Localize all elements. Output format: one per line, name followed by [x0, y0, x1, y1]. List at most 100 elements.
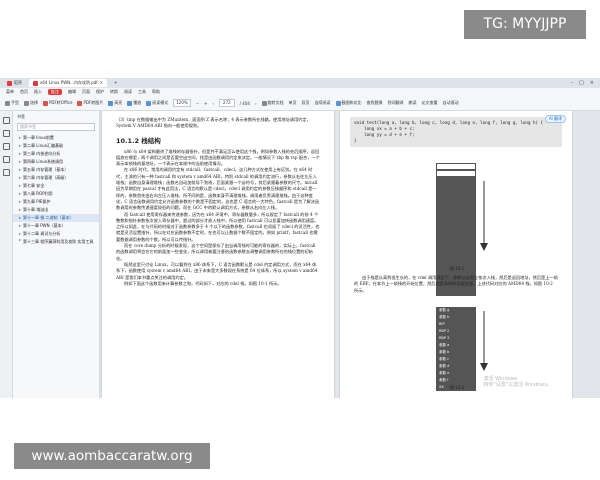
tab-home[interactable]: 稻壳	[3, 79, 26, 87]
expand-icon[interactable]	[19, 209, 21, 211]
toc-label: 第十三章 程序漏洞利用及攻防 实用工具	[23, 239, 94, 244]
toc-item[interactable]: 第七章 安全	[13, 182, 99, 190]
compare-button[interactable]: 截图和对比	[335, 100, 362, 106]
toc-item[interactable]: 第十二章 调试与分析	[13, 230, 99, 238]
down-arrow-icon	[480, 311, 488, 371]
double-page-button[interactable]: 双页	[302, 100, 310, 106]
document-viewport[interactable]: （3）tmp 在数据输出中为 ZMuntem、面面到 Z 表示名称；4 表示参数…	[100, 111, 600, 398]
tab-document[interactable]: x64 Linux PWN...内存攻防.pdf ×	[29, 79, 108, 87]
toc-item[interactable]: 第三章 内核逆向分析	[13, 150, 99, 158]
menu-item[interactable]: 帮助	[152, 89, 160, 95]
toc-item[interactable]: 第八章 ROP利用	[13, 190, 99, 198]
menu-item[interactable]: 页面	[82, 89, 90, 95]
toc-label: 第一章 linux前置	[23, 135, 54, 140]
expand-icon[interactable]	[19, 145, 21, 147]
zoom-in-icon[interactable]: +	[204, 101, 207, 106]
paragraph: （3）tmp 在数据输出中为 ZMuntem、面面到 Z 表示名称；4 表示参数…	[116, 117, 311, 129]
expand-icon[interactable]	[19, 177, 21, 179]
hand-tool-button[interactable]: 手型	[5, 100, 19, 106]
menu-item-active[interactable]: 批注	[48, 89, 62, 95]
thumbnail-icon[interactable]	[2, 130, 10, 137]
paragraph: x86 与 x64 架构最终了堆栈的存器指针，但是并不满足怎么使用这个栈，例如参…	[116, 148, 320, 167]
toc-label: 第二章 Linux汇编基础	[23, 143, 64, 148]
stack-cell	[436, 198, 476, 205]
find-replace-button[interactable]: 查找替换	[367, 100, 383, 106]
comment-icon[interactable]	[2, 143, 10, 150]
code-line: }	[354, 138, 357, 143]
app-icon	[7, 80, 12, 86]
expand-icon[interactable]	[19, 137, 21, 139]
read-mode-button[interactable]: 阅读模式	[146, 100, 168, 106]
expand-icon[interactable]	[19, 217, 21, 219]
expand-icon[interactable]	[19, 169, 21, 171]
menu-item[interactable]: 插入	[34, 89, 42, 95]
new-tab-button[interactable]: +	[110, 79, 121, 87]
expand-icon[interactable]	[19, 201, 21, 203]
attachment-icon[interactable]	[2, 156, 10, 163]
bookmark-icon[interactable]	[2, 117, 10, 124]
select-tool-button[interactable]: 选择	[24, 100, 38, 106]
play-button[interactable]: 播放	[127, 100, 141, 106]
menu-item[interactable]: 阅读	[124, 89, 132, 95]
menu-item[interactable]: 转换	[110, 89, 118, 95]
ai-translate-button[interactable]: AI 翻译	[544, 115, 566, 123]
zoom-out-icon[interactable]: −	[196, 101, 199, 106]
autoscroll-button[interactable]: 自动滚动	[443, 100, 459, 106]
toc-item[interactable]: 第十一章 PWN（基本）	[13, 222, 99, 230]
close-icon[interactable]: ×	[100, 79, 103, 87]
toc-item[interactable]: 第九章 PIE保护	[13, 198, 99, 206]
toc-label: 第十一章 PWN（基本）	[23, 223, 66, 228]
expand-icon[interactable]	[19, 225, 21, 227]
menu-item[interactable]: 保护	[96, 89, 104, 95]
section-heading: 10.1.2 栈结构	[116, 136, 161, 145]
toc-item[interactable]: 第二章 Linux汇编基础	[13, 142, 99, 150]
menu-item[interactable]: 工具	[138, 89, 146, 95]
expand-icon[interactable]	[19, 193, 21, 195]
expand-icon[interactable]	[19, 185, 21, 187]
stack-cell: 参数 b	[436, 349, 476, 356]
pdf-reader-window: 稻壳 x64 Linux PWN...内存攻防.pdf × + – □ × 菜单…	[0, 78, 600, 398]
label: 查找替换	[366, 100, 383, 105]
page-number-input[interactable]: 272	[219, 99, 235, 107]
search-icon[interactable]	[2, 169, 10, 176]
single-page-button[interactable]: 单页	[289, 100, 297, 106]
menu-item[interactable]: 编辑	[68, 89, 76, 95]
toc-item[interactable]: 第四章 Linux系统调用	[13, 158, 99, 166]
continuous-button[interactable]: 连续阅读	[315, 100, 331, 106]
expand-icon[interactable]	[19, 233, 21, 235]
cursor-icon	[24, 100, 29, 106]
expand-icon[interactable]	[19, 239, 21, 241]
translate-button[interactable]: 划词翻译	[388, 100, 404, 106]
menu-item[interactable]: 菜单	[6, 89, 14, 95]
next-page-icon[interactable]: ›	[255, 101, 257, 106]
maximize-icon[interactable]: □	[579, 80, 584, 86]
toc-item[interactable]: 第十章 堆溢出	[13, 206, 99, 214]
rotate-button[interactable]: 旋转文档	[261, 100, 284, 106]
stack-cell: 参数 d	[436, 363, 476, 370]
minimize-icon[interactable]: –	[571, 80, 574, 86]
highlight-button[interactable]: 高亮	[108, 100, 122, 106]
down-arrow-icon	[480, 181, 488, 251]
rotate-icon	[261, 100, 267, 106]
toc-label: 第六章 内存管理（高级）	[23, 175, 69, 180]
figure-caption: 图 10-1	[450, 266, 465, 271]
plagiarism-button[interactable]: 论文查重	[422, 100, 438, 106]
pdf-to-image-button[interactable]: PDF转图片	[77, 100, 103, 106]
expand-icon[interactable]	[19, 161, 21, 163]
expand-icon[interactable]	[19, 153, 21, 155]
toc-item-active[interactable]: 第十一章 栈 二进制（基本）	[13, 214, 99, 222]
bookmark-search-input[interactable]: 搜索书签	[17, 123, 95, 131]
toc-label: 第三章 内核逆向分析	[23, 151, 61, 156]
close-window-icon[interactable]: ×	[590, 80, 594, 86]
zoom-select[interactable]: 120%	[173, 99, 191, 107]
toc-item[interactable]: 第六章 内存管理（高级）	[13, 174, 99, 182]
toc-item[interactable]: 第十三章 程序漏洞利用及攻防 实用工具	[13, 238, 99, 252]
menu-item[interactable]: 首页	[20, 89, 28, 95]
toc-item[interactable]: 第五章 内存管理（基本）	[13, 166, 99, 174]
read-aloud-button[interactable]: 朗读	[409, 100, 417, 106]
label: 播放	[133, 100, 142, 105]
tab-label: x64 Linux PWN...内存攻防.pdf	[40, 80, 98, 85]
pdf-to-office-button[interactable]: PDF转Office	[43, 100, 72, 106]
toc-item[interactable]: 第一章 linux前置	[13, 134, 99, 142]
prev-page-icon[interactable]: ‹	[212, 101, 214, 106]
